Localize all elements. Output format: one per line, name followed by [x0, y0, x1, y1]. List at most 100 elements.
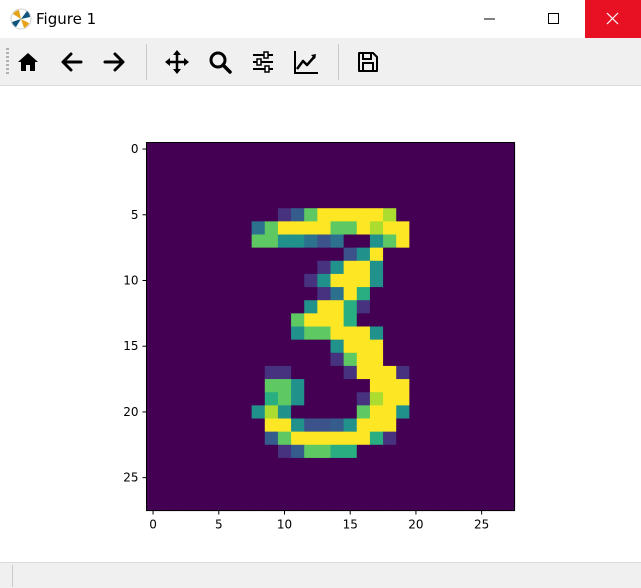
heatmap-cell [199, 471, 213, 485]
heatmap-cell [409, 365, 424, 380]
heatmap-cell [317, 471, 332, 485]
heatmap-cell [172, 444, 187, 459]
heatmap-cell [396, 287, 410, 301]
heatmap-cell [409, 234, 424, 249]
heatmap-cell [238, 234, 253, 249]
heatmap-cell [488, 484, 502, 498]
heatmap-cell [238, 247, 253, 262]
heatmap-cell [304, 339, 318, 354]
heatmap-cell [317, 260, 332, 275]
heatmap-cell [343, 247, 358, 262]
heatmap-cell [409, 155, 424, 170]
heatmap-cell [225, 339, 240, 354]
heatmap-cell [317, 168, 332, 183]
heatmap-cell [317, 247, 332, 262]
heatmap-cell [199, 155, 213, 170]
heatmap-cell [146, 326, 161, 341]
heatmap-cell [304, 260, 318, 275]
heatmap-cell [475, 418, 489, 433]
heatmap-cell [330, 195, 345, 209]
heatmap-cell [343, 234, 358, 249]
heatmap-cell [172, 195, 187, 209]
zoom-button[interactable] [204, 46, 236, 78]
heatmap-cell [317, 405, 332, 420]
heatmap-cell [343, 313, 358, 328]
configure-subplots-button[interactable] [247, 46, 279, 78]
heatmap-cell [277, 273, 292, 288]
heatmap-cell [422, 326, 437, 341]
heatmap-cell [185, 444, 200, 459]
heatmap-cell [396, 273, 410, 288]
home-button[interactable] [12, 46, 44, 78]
forward-button[interactable] [98, 46, 130, 78]
heatmap-cell [356, 234, 371, 249]
heatmap-cell [185, 300, 200, 314]
save-button[interactable] [352, 46, 384, 78]
maximize-button[interactable] [531, 0, 576, 38]
heatmap-cell [475, 352, 489, 367]
heatmap-cell [172, 497, 187, 512]
heatmap-cell [461, 208, 476, 222]
heatmap-cell [225, 195, 240, 209]
heatmap-cell [343, 287, 358, 301]
heatmap-cell [291, 155, 305, 170]
back-button[interactable] [56, 46, 88, 78]
heatmap-cell [172, 208, 187, 222]
heatmap-cell [304, 142, 318, 157]
heatmap-cell [435, 247, 450, 262]
heatmap-cell [356, 484, 371, 498]
heatmap-cell [488, 365, 502, 380]
heatmap-cell [330, 313, 345, 328]
heatmap-cell [422, 142, 437, 157]
heatmap-cell [291, 181, 305, 196]
heatmap-cell [409, 418, 424, 433]
figure-canvas[interactable]: 0 5 10 15 20 25 0 5 10 15 20 25 [0, 86, 641, 562]
heatmap-cell [330, 181, 345, 196]
heatmap-cell [409, 300, 424, 314]
heatmap-cell [304, 234, 318, 249]
heatmap-cell [199, 168, 213, 183]
close-button[interactable] [585, 0, 641, 38]
heatmap-cell [383, 326, 397, 341]
heatmap-cell [199, 379, 213, 393]
heatmap-cell [238, 339, 253, 354]
heatmap-cell [343, 405, 358, 420]
heatmap-cell [264, 247, 279, 262]
heatmap-cell [146, 497, 161, 512]
heatmap-cell [291, 273, 305, 288]
heatmap-cell [396, 247, 410, 262]
heatmap-cell [369, 181, 384, 196]
heatmap-cell [396, 352, 410, 367]
heatmap-cell [146, 221, 161, 236]
heatmap-cell [264, 405, 279, 420]
heatmap-cell [225, 273, 240, 288]
heatmap-cell [304, 155, 318, 170]
heatmap-cell [488, 471, 502, 485]
heatmap-cell [212, 300, 226, 314]
heatmap-cell [172, 142, 187, 157]
heatmap-cell [448, 392, 463, 406]
pan-button[interactable] [161, 46, 193, 78]
heatmap-cell [501, 379, 516, 393]
heatmap-cell [251, 208, 266, 222]
heatmap-cell [199, 313, 213, 328]
heatmap-cell [356, 497, 371, 512]
heatmap-cell [238, 208, 253, 222]
minimize-button[interactable] [467, 0, 512, 38]
heatmap-cell [225, 287, 240, 301]
edit-axis-button[interactable] [290, 46, 322, 78]
heatmap-cell [409, 379, 424, 393]
heatmap-cell [238, 352, 253, 367]
heatmap-cell [369, 365, 384, 380]
toolbar-grip[interactable] [6, 48, 9, 76]
heatmap-cell [146, 260, 161, 275]
heatmap-cell [159, 247, 174, 262]
heatmap-cell [409, 247, 424, 262]
heatmap-cell [356, 273, 371, 288]
heatmap-cell [475, 326, 489, 341]
heatmap-cell [159, 339, 174, 354]
heatmap-cell [330, 457, 345, 472]
heatmap-cell [488, 287, 502, 301]
heatmap-cell [383, 392, 397, 406]
heatmap-cell [146, 181, 161, 196]
